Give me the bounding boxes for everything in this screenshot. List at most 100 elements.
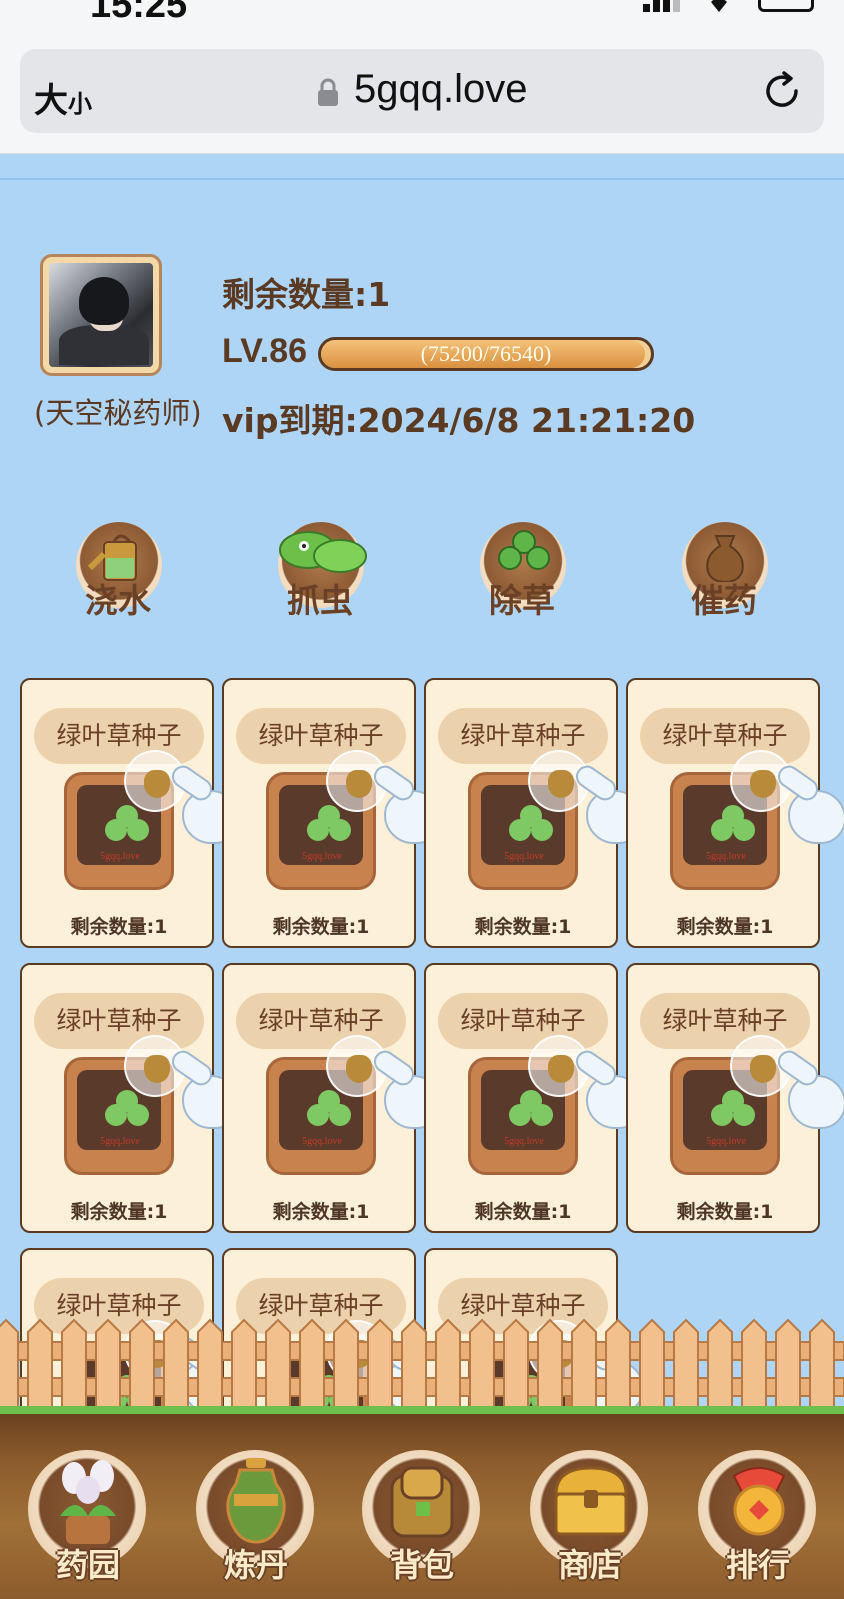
fence-picket: [605, 1318, 631, 1409]
clover-icon: [307, 805, 351, 849]
seed-name: 绿叶草种子: [236, 708, 406, 764]
level-label: LV.86: [222, 332, 308, 370]
nav-shop[interactable]: 商店: [526, 1450, 654, 1590]
nav-garden[interactable]: 药园: [24, 1450, 152, 1590]
address-bar[interactable]: 大小 5gqq.love: [20, 49, 824, 133]
wifi-icon: [711, 0, 727, 12]
pot-watermark: 5gqq.love: [100, 1136, 140, 1147]
seed-card[interactable]: 绿叶草种子 5gqq.love 剩余数量:1: [20, 678, 240, 948]
clover-icon: [711, 805, 755, 849]
fence-picket: [503, 1318, 529, 1409]
nav-alchemy[interactable]: 炼丹: [192, 1450, 320, 1590]
clover-icon: [307, 1090, 351, 1134]
seed-count: 剩余数量:1: [474, 916, 572, 938]
seed-card[interactable]: 绿叶草种子 5gqq.love 剩余数量:1: [20, 963, 240, 1233]
seed-name: 绿叶草种子: [640, 708, 810, 764]
battery-icon: [758, 0, 814, 12]
fence-picket: [401, 1318, 427, 1409]
player-title: (天空秘药师): [34, 396, 202, 430]
seed-card[interactable]: 绿叶草种子 5gqq.love 剩余数量:1: [626, 963, 844, 1233]
seed-name: 绿叶草种子: [640, 993, 810, 1049]
seed-count: 剩余数量:1: [676, 1201, 774, 1223]
seed-name: 绿叶草种子: [34, 993, 204, 1049]
xp-progress-bar: (75200/76540): [318, 337, 654, 371]
divider-line: [0, 178, 844, 180]
weed-label: 除草: [489, 581, 555, 620]
fence-picket: [0, 1318, 19, 1409]
clover-icon: [105, 1090, 149, 1134]
fence-picket: [673, 1318, 699, 1409]
seed-name: 绿叶草种子: [236, 993, 406, 1049]
fence-picket: [435, 1318, 461, 1409]
boost-button[interactable]: 催药: [664, 522, 784, 622]
pot-watermark: 5gqq.love: [504, 1136, 544, 1147]
boost-label: 催药: [691, 581, 757, 620]
pointing-hand-icon: [773, 1046, 844, 1131]
pot-watermark: 5gqq.love: [706, 1136, 746, 1147]
catch-bug-label: 抓虫: [287, 581, 353, 620]
ranking-badge-icon: [732, 1467, 786, 1536]
nav-garden-label: 药园: [55, 1546, 120, 1584]
nav-ranking-label: 排行: [725, 1546, 790, 1584]
vip-expiry: vip到期:2024/6/8 21:21:20: [222, 401, 696, 440]
fence-picket: [299, 1318, 325, 1409]
fence-picket: [265, 1318, 291, 1409]
pot-watermark: 5gqq.love: [504, 851, 544, 862]
fence-picket: [469, 1318, 495, 1409]
flower-pot-icon: [60, 1460, 116, 1544]
catch-bug-button[interactable]: 抓虫: [260, 522, 380, 622]
fence-picket: [741, 1318, 767, 1409]
remaining-count: 剩余数量:1: [222, 275, 391, 314]
nav-ranking[interactable]: 排行: [694, 1450, 822, 1590]
seed-count: 剩余数量:1: [70, 1201, 168, 1223]
browser-bar: 大小 5gqq.love: [0, 40, 844, 154]
seed-count: 剩余数量:1: [474, 1201, 572, 1223]
nav-shop-label: 商店: [557, 1546, 622, 1584]
fence-picket: [95, 1318, 121, 1409]
pot-watermark: 5gqq.love: [302, 1136, 342, 1147]
fence-picket: [707, 1318, 733, 1409]
fence: [0, 1318, 844, 1422]
water-button[interactable]: 浇水: [58, 522, 178, 622]
treasure-chest-icon: [554, 1466, 628, 1536]
seed-card[interactable]: 绿叶草种子 5gqq.love 剩余数量:1: [222, 678, 442, 948]
fence-picket: [537, 1318, 563, 1409]
pot-watermark: 5gqq.love: [100, 851, 140, 862]
seed-card[interactable]: 绿叶草种子 5gqq.love 剩余数量:1: [222, 963, 442, 1233]
clover-icon: [105, 805, 149, 849]
avatar-image: [49, 263, 153, 367]
reload-icon[interactable]: [760, 69, 804, 113]
seed-card[interactable]: 绿叶草种子 5gqq.love 剩余数量:1: [424, 963, 644, 1233]
fence-picket: [163, 1318, 189, 1409]
signal-icon: [643, 0, 680, 12]
water-label: 浇水: [85, 581, 151, 620]
url-text: 5gqq.love: [354, 67, 528, 111]
seed-card[interactable]: 绿叶草种子 5gqq.love 剩余数量:1: [424, 678, 644, 948]
lock-icon: [318, 78, 338, 106]
status-time: 15:25: [90, 0, 188, 26]
fence-picket: [809, 1318, 835, 1409]
fence-picket: [333, 1318, 359, 1409]
seed-count: 剩余数量:1: [70, 916, 168, 938]
seed-name: 绿叶草种子: [438, 708, 608, 764]
nav-backpack-label: 背包: [389, 1546, 454, 1584]
status-bar: 15:25: [0, 0, 844, 40]
fence-picket: [775, 1318, 801, 1409]
fence-picket: [197, 1318, 223, 1409]
pot-watermark: 5gqq.love: [302, 851, 342, 862]
fence-picket: [61, 1318, 87, 1409]
seed-card[interactable]: 绿叶草种子 5gqq.love 剩余数量:1: [626, 678, 844, 948]
clover-icon: [509, 805, 553, 849]
fence-picket: [231, 1318, 257, 1409]
avatar[interactable]: [40, 254, 162, 376]
fence-picket: [639, 1318, 665, 1409]
seed-count: 剩余数量:1: [676, 916, 774, 938]
text-size-button[interactable]: 大小: [34, 73, 92, 122]
pot-watermark: 5gqq.love: [706, 851, 746, 862]
weed-button[interactable]: 除草: [462, 522, 582, 622]
seed-count: 剩余数量:1: [272, 916, 370, 938]
clover-icon: [711, 1090, 755, 1134]
nav-backpack[interactable]: 背包: [358, 1450, 486, 1590]
xp-text: (75200/76540): [420, 341, 552, 366]
fence-picket: [129, 1318, 155, 1409]
